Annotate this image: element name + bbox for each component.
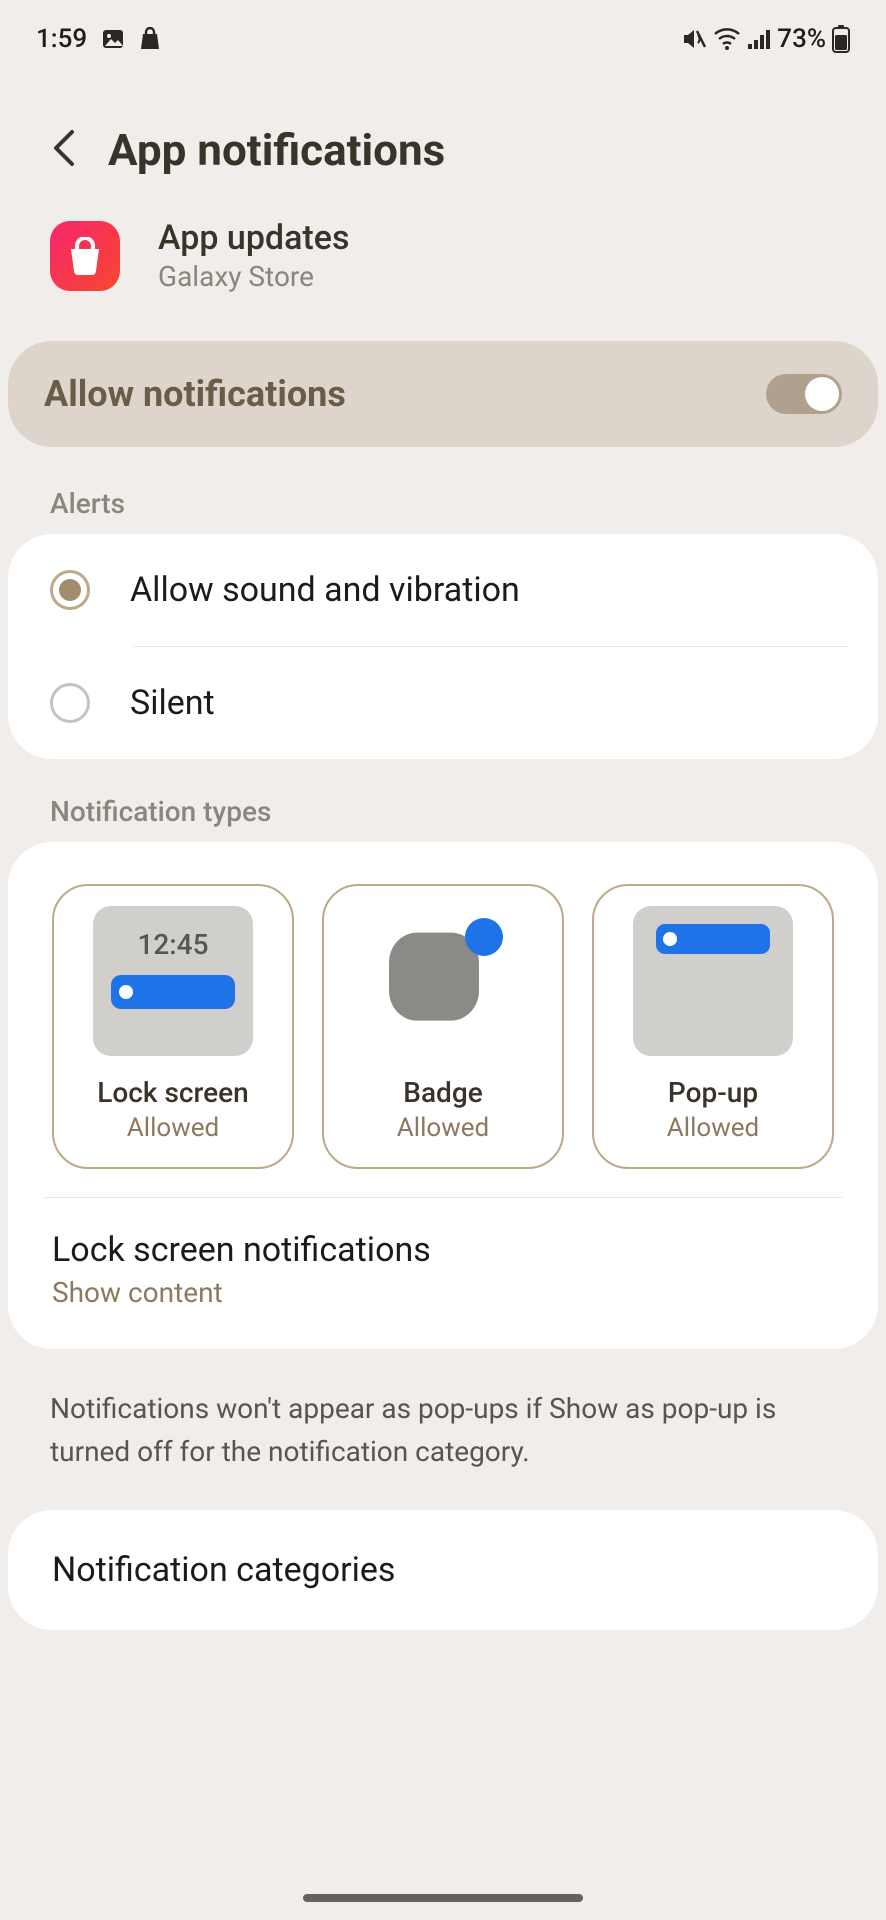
signal-icon [747, 28, 771, 50]
tile-status: Allowed [667, 1113, 759, 1143]
battery-text: 73% [777, 24, 826, 54]
radio-silent[interactable]: Silent [8, 647, 878, 759]
mute-icon [681, 27, 707, 51]
toggle-knob [805, 377, 839, 411]
tile-status: Allowed [397, 1113, 489, 1143]
clock-text: 1:59 [36, 24, 87, 54]
nav-indicator[interactable] [303, 1894, 583, 1902]
badge-preview-icon [363, 906, 523, 1056]
info-text: Notifications won't appear as pop-ups if… [0, 1363, 886, 1510]
radio-selected-icon [50, 570, 90, 610]
wifi-icon [713, 28, 741, 50]
types-card: 12:45 Lock screen Allowed Badge Allowed … [8, 842, 878, 1349]
status-left: 1:59 [36, 24, 161, 54]
popup-preview-icon [633, 906, 793, 1056]
tile-status: Allowed [127, 1113, 219, 1143]
allow-toggle[interactable] [766, 374, 842, 414]
tile-title: Pop-up [668, 1076, 758, 1109]
type-popup[interactable]: Pop-up Allowed [592, 884, 834, 1169]
lockscreen-preview-time: 12:45 [93, 906, 253, 961]
lockscreen-preview-icon: 12:45 [93, 906, 253, 1056]
radio-sound-vibration[interactable]: Allow sound and vibration [8, 534, 878, 646]
categories-title: Notification categories [52, 1550, 834, 1590]
status-right: 73% [681, 24, 850, 54]
types-section-label: Notification types [0, 773, 886, 842]
alerts-card: Allow sound and vibration Silent [8, 534, 878, 759]
lockscreen-notifications-row[interactable]: Lock screen notifications Show content [8, 1198, 878, 1349]
type-lockscreen[interactable]: 12:45 Lock screen Allowed [52, 884, 294, 1169]
page-title: App notifications [108, 124, 445, 176]
setting-subtitle: Show content [52, 1276, 834, 1309]
alerts-section-label: Alerts [0, 465, 886, 534]
allow-notifications-row[interactable]: Allow notifications [8, 341, 878, 447]
setting-title: Lock screen notifications [52, 1230, 834, 1270]
type-badge[interactable]: Badge Allowed [322, 884, 564, 1169]
app-name: App updates [158, 218, 349, 258]
gallery-icon [101, 27, 125, 51]
tile-title: Badge [403, 1076, 482, 1109]
bag-icon [139, 27, 161, 51]
back-icon[interactable] [50, 128, 76, 172]
radio-unselected-icon [50, 683, 90, 723]
radio-label: Allow sound and vibration [130, 570, 520, 610]
battery-icon [832, 25, 850, 53]
tile-title: Lock screen [97, 1076, 248, 1109]
allow-label: Allow notifications [44, 373, 346, 415]
app-icon [50, 221, 120, 291]
notification-categories-row[interactable]: Notification categories [8, 1510, 878, 1630]
header: App notifications [0, 64, 886, 196]
types-grid: 12:45 Lock screen Allowed Badge Allowed … [8, 842, 878, 1197]
app-info: App updates Galaxy Store [0, 196, 886, 341]
radio-label: Silent [130, 683, 215, 723]
status-bar: 1:59 73% [0, 0, 886, 64]
app-source: Galaxy Store [158, 260, 349, 293]
